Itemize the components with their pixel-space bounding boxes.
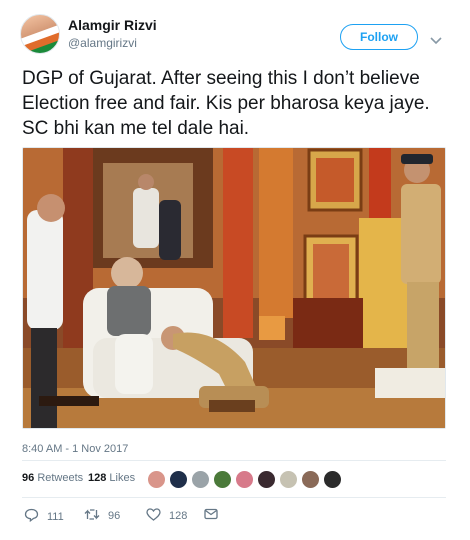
message-icon [204,508,226,523]
divider [22,460,446,461]
like-button[interactable]: 128 [146,508,187,524]
avatar[interactable] [191,470,210,489]
likes-count: 128 [88,472,107,484]
avatar[interactable] [213,470,232,489]
avatar[interactable] [323,470,342,489]
like-count: 128 [169,510,188,522]
retweet-button[interactable]: 96 [84,508,120,524]
retweets-stat[interactable]: 96 Retweets [22,472,83,484]
avatar[interactable] [147,470,166,489]
tweet-photo[interactable] [22,147,446,429]
user-handle[interactable]: @alamgirizvi [68,36,137,50]
tweet-timestamp[interactable]: 8:40 AM - 1 Nov 2017 [22,443,128,455]
avatar[interactable] [235,470,254,489]
reply-button[interactable]: 111 [24,508,64,525]
likes-stat[interactable]: 128 Likes [88,472,135,484]
heart-icon [146,508,169,524]
tweet-text: DGP of Gujarat. After seeing this I don’… [22,68,430,139]
display-name[interactable]: Alamgir Rizvi [68,17,157,33]
avatar[interactable] [169,470,188,489]
retweets-label: Retweets [37,472,84,484]
follow-button[interactable]: Follow [340,24,418,50]
message-button[interactable] [204,508,226,523]
avatar[interactable] [279,470,298,489]
retweet-icon [84,508,108,524]
retweet-count: 96 [108,510,121,522]
reply-count: 111 [47,510,64,523]
divider [22,497,446,498]
avatar[interactable] [257,470,276,489]
tweet-header: Alamgir Rizvi @alamgirizvi Follow [20,14,450,58]
avatar[interactable] [20,14,60,54]
avatar[interactable] [301,470,320,489]
retweets-count: 96 [22,472,35,484]
likes-label: Likes [109,472,136,484]
reply-icon [24,508,47,525]
chevron-down-icon[interactable] [430,32,442,50]
